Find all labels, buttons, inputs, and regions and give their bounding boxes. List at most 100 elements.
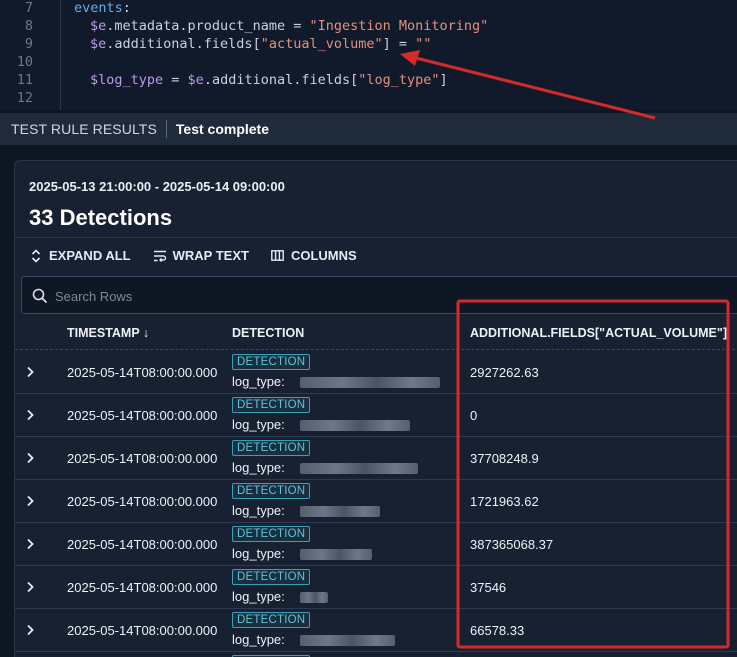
code-token: .metadata.product_name = xyxy=(106,18,310,34)
code-token: .additional.fields[ xyxy=(106,36,261,52)
chevron-right-icon[interactable] xyxy=(24,451,36,465)
code-text: $e.additional.fields["actual_volume"] = … xyxy=(90,35,431,53)
wrap-text-button[interactable]: WRAP TEXT xyxy=(153,248,249,263)
code-token: $e xyxy=(90,36,107,52)
table-row[interactable]: 2025-05-14T08:00:00.000 DETECTION log_type… xyxy=(15,351,737,394)
code-token: $e xyxy=(90,18,107,34)
test-status: Test complete xyxy=(175,121,269,137)
cell-timestamp: 2025-05-14T08:00:00.000 xyxy=(67,580,218,595)
cell-log-type: log_type: xyxy=(232,460,285,475)
cell-actual-volume: 1721963.62 xyxy=(470,494,539,509)
code-line: 11 $log_type = $e.additional.fields["log_… xyxy=(0,71,737,89)
line-number: 9 xyxy=(24,36,33,52)
test-rule-results-bar: TEST RULE RESULTS Test complete xyxy=(0,113,737,145)
cell-log-type: log_type: xyxy=(232,589,285,604)
code-token: "" xyxy=(415,36,432,52)
cell-actual-volume: 0 xyxy=(470,408,478,423)
cell-actual-volume: 37546 xyxy=(470,580,507,595)
cell-actual-volume: 37708248.9 xyxy=(470,451,539,466)
header-actual-volume[interactable]: ADDITIONAL.FIELDS["ACTUAL_VOLUME"] xyxy=(470,316,727,350)
cell-timestamp: 2025-05-14T08:00:00.000 xyxy=(67,408,218,423)
cell-timestamp: 2025-05-14T08:00:00.000 xyxy=(67,537,218,552)
chevron-right-icon[interactable] xyxy=(24,623,36,637)
table-body: 2025-05-14T08:00:00.000 DETECTION log_type… xyxy=(15,351,737,657)
detection-badge: DETECTION xyxy=(232,440,311,456)
line-number: 10 xyxy=(16,54,33,70)
line-number: 11 xyxy=(16,72,33,88)
code-token: : xyxy=(122,0,131,16)
chevron-right-icon[interactable] xyxy=(24,537,36,551)
chevron-right-icon[interactable] xyxy=(24,494,36,508)
cell-timestamp: 2025-05-14T08:00:00.000 xyxy=(67,494,218,509)
cell-timestamp: 2025-05-14T08:00:00.000 xyxy=(67,451,218,466)
table-row[interactable]: 2025-05-14T08:00:00.000 DETECTION log_type… xyxy=(15,394,737,437)
expand-all-button[interactable]: EXPAND ALL xyxy=(29,248,131,263)
cell-log-type: log_type: xyxy=(232,417,285,432)
detection-badge: DETECTION xyxy=(232,612,311,628)
results-divider xyxy=(165,120,167,138)
code-token: events xyxy=(74,0,123,16)
redacted-log-type xyxy=(300,635,395,646)
redacted-log-type xyxy=(300,463,418,474)
table-toolbar: EXPAND ALL WRAP TEXT COLUMNS xyxy=(15,237,737,273)
code-editor[interactable]: 7 events: 8 $e.metadata.product_name = "Ing… xyxy=(0,0,737,110)
code-token: .additional.fields[ xyxy=(203,72,359,88)
table-row[interactable]: 2025-05-14T08:00:00.000 DETECTION log_type… xyxy=(15,609,737,652)
detections-title: 33 Detections xyxy=(29,205,173,230)
expand-icon xyxy=(29,248,43,263)
code-text: events: xyxy=(74,0,131,17)
redacted-log-type xyxy=(300,549,372,560)
header-timestamp[interactable]: TIMESTAMP ↓ xyxy=(67,316,149,350)
cell-actual-volume: 66578.33 xyxy=(470,623,525,638)
table-row[interactable]: 2025-05-14T08:00:00.000 DETECTION log_type… xyxy=(15,437,737,480)
code-text: $log_type = $e.additional.fields["log_ty… xyxy=(90,71,448,89)
code-line: 12 xyxy=(0,89,737,107)
wrap-text-icon xyxy=(153,249,167,263)
search-rows-input[interactable] xyxy=(55,285,455,307)
table-row[interactable]: 2025-05-14T08:00:00.000 DETECTION log_type… xyxy=(15,523,737,566)
table-row[interactable]: DETECTION xyxy=(15,652,737,657)
chevron-right-icon[interactable] xyxy=(24,580,36,594)
table-row[interactable]: 2025-05-14T08:00:00.000 DETECTION log_type… xyxy=(15,480,737,523)
detection-badge: DETECTION xyxy=(232,483,311,499)
code-token: ] xyxy=(439,72,448,88)
code-text: $e.metadata.product_name = "Ingestion Mo… xyxy=(90,17,488,35)
cell-log-type: log_type: xyxy=(232,374,285,389)
results-title: TEST RULE RESULTS xyxy=(11,121,157,137)
cell-actual-volume: 2927262.63 xyxy=(470,365,539,380)
cell-timestamp: 2025-05-14T08:00:00.000 xyxy=(67,365,218,380)
table-row[interactable]: 2025-05-14T08:00:00.000 DETECTION log_type… xyxy=(15,566,737,609)
code-line: 9 $e.additional.fields["actual_volume"] =… xyxy=(0,35,737,53)
results-panel: 2025-05-13 21:00:00 - 2025-05-14 09:00:0… xyxy=(14,160,737,657)
code-token: "log_type" xyxy=(358,72,440,88)
line-number: 7 xyxy=(24,0,33,16)
chevron-right-icon[interactable] xyxy=(24,365,36,379)
detection-badge: DETECTION xyxy=(232,354,311,370)
search-box[interactable] xyxy=(21,276,737,314)
code-token: = xyxy=(163,72,188,88)
code-token: "actual_volume" xyxy=(260,36,383,52)
code-token: "Ingestion Monitoring" xyxy=(309,18,489,34)
columns-button[interactable]: COLUMNS xyxy=(271,248,357,263)
columns-label: COLUMNS xyxy=(290,248,357,263)
redacted-log-type xyxy=(300,592,328,603)
code-line: 7 events: xyxy=(0,0,737,17)
detection-badge: DETECTION xyxy=(232,569,311,585)
wrap-text-label: WRAP TEXT xyxy=(172,248,249,263)
detection-badge: DETECTION xyxy=(232,397,311,413)
redacted-log-type xyxy=(300,377,440,388)
chevron-right-icon[interactable] xyxy=(24,408,36,422)
table-header: TIMESTAMP ↓ DETECTION ADDITIONAL.FIELDS[… xyxy=(15,316,737,350)
code-token: $log_type xyxy=(90,72,164,88)
expand-all-label: EXPAND ALL xyxy=(49,248,131,263)
code-line: 8 $e.metadata.product_name = "Ingestion M… xyxy=(0,17,737,35)
detection-badge: DETECTION xyxy=(232,526,311,542)
header-detection[interactable]: DETECTION xyxy=(232,316,304,350)
cell-log-type: log_type: xyxy=(232,546,285,561)
time-range: 2025-05-13 21:00:00 - 2025-05-14 09:00:0… xyxy=(29,179,285,194)
redacted-log-type xyxy=(300,506,380,517)
search-icon xyxy=(32,288,48,304)
line-number: 12 xyxy=(16,90,33,106)
code-token: ] = xyxy=(382,36,416,52)
cell-log-type: log_type: xyxy=(232,632,285,647)
